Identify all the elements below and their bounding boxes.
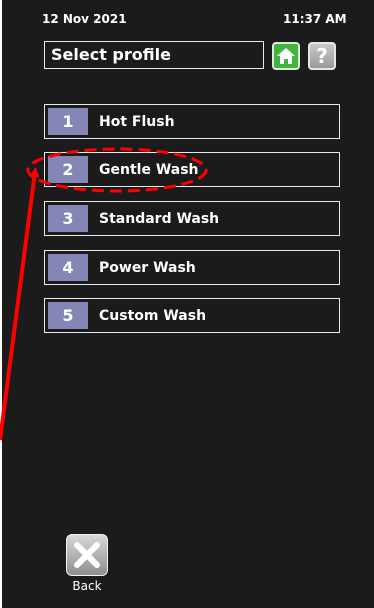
back-label: Back — [72, 579, 102, 593]
profile-label: Gentle Wash — [99, 161, 199, 178]
profile-number: 1 — [48, 108, 88, 135]
page-title: Select profile — [44, 41, 264, 69]
close-x-icon — [74, 542, 100, 568]
profile-label: Standard Wash — [99, 210, 220, 227]
home-button[interactable] — [272, 42, 300, 70]
profile-label: Custom Wash — [99, 307, 207, 324]
home-icon — [277, 48, 295, 64]
device-screen: 12 Nov 2021 11:37 AM Select profile ? 1 … — [2, 0, 374, 608]
help-button[interactable]: ? — [308, 42, 336, 70]
profile-number: 4 — [48, 254, 88, 281]
profile-item-power-wash[interactable]: 4 Power Wash — [44, 250, 340, 285]
profile-number: 5 — [48, 302, 88, 329]
status-date: 12 Nov 2021 — [42, 12, 127, 26]
profile-number: 2 — [48, 156, 88, 183]
help-icon: ? — [316, 44, 328, 68]
profile-item-hot-flush[interactable]: 1 Hot Flush — [44, 104, 340, 139]
profile-item-gentle-wash[interactable]: 2 Gentle Wash — [44, 152, 340, 187]
profile-item-standard-wash[interactable]: 3 Standard Wash — [44, 201, 340, 236]
profile-label: Power Wash — [99, 259, 196, 276]
status-time: 11:37 AM — [283, 12, 347, 26]
profile-item-custom-wash[interactable]: 5 Custom Wash — [44, 298, 340, 333]
profile-number: 3 — [48, 205, 88, 232]
back-button[interactable] — [66, 534, 108, 576]
profile-label: Hot Flush — [99, 113, 175, 130]
